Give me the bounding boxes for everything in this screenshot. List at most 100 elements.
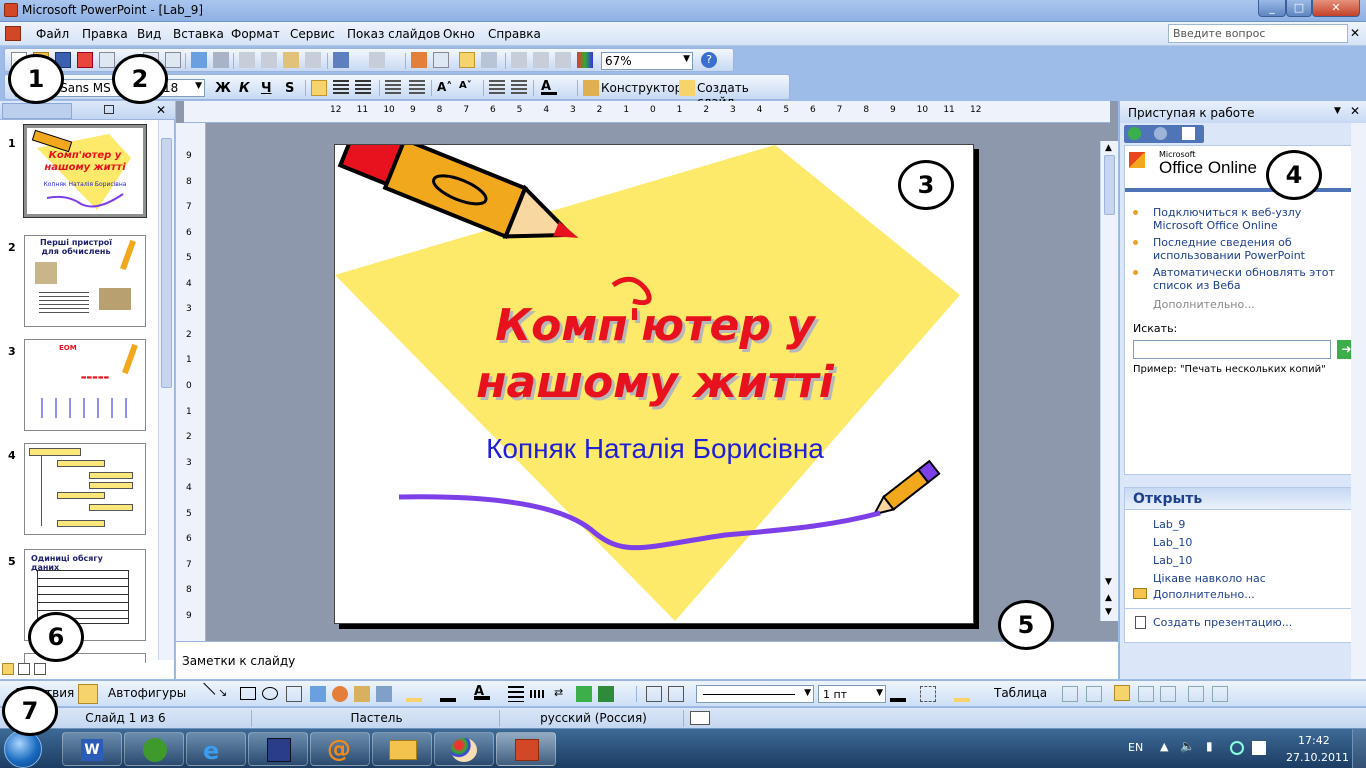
clock-date[interactable]: 27.10.2011 — [1286, 751, 1349, 764]
line-icon[interactable] — [192, 682, 216, 706]
wordart-icon[interactable] — [310, 686, 326, 702]
border-width-select[interactable]: 1 пт ▼ — [818, 685, 886, 703]
taskbar-save[interactable] — [248, 732, 308, 766]
menu-window[interactable]: Окно — [443, 27, 475, 41]
menu-slideshow[interactable]: Показ слайдов — [347, 27, 440, 41]
more-link[interactable]: Дополнительно... — [1153, 298, 1255, 311]
bullets-icon[interactable] — [409, 80, 425, 96]
powerpoint-app-icon[interactable] — [4, 3, 18, 17]
numbering-icon[interactable] — [385, 80, 401, 96]
hyperlink-icon[interactable] — [481, 52, 497, 68]
close-document-icon[interactable]: ✕ — [1350, 26, 1360, 40]
3d-style-icon[interactable] — [598, 686, 614, 702]
horizontal-ruler[interactable]: 12 11 10 9 8 7 6 5 4 3 2 1 0 1 2 3 4 5 6 7 8 9 10 11 12 — [184, 101, 1110, 123]
normal-view-icon[interactable] — [2, 663, 14, 675]
designer-icon[interactable] — [583, 80, 599, 96]
chart-icon[interactable] — [411, 52, 427, 68]
undo-icon[interactable] — [333, 52, 349, 68]
scroll-up-icon[interactable]: ▲ — [1105, 143, 1112, 153]
email-icon[interactable] — [99, 52, 115, 68]
increase-indent-icon[interactable] — [511, 80, 527, 96]
color-grayscale-icon[interactable] — [577, 52, 593, 68]
increase-font-icon[interactable]: A˄ — [437, 80, 453, 96]
slideshow-view-icon[interactable] — [34, 663, 46, 675]
fill-color-icon[interactable] — [406, 686, 422, 702]
tab-outline[interactable] — [2, 103, 72, 119]
merge-cells-icon[interactable] — [1062, 686, 1078, 702]
auto-update-link[interactable]: Автоматически обновлять этот список из В… — [1153, 266, 1353, 292]
decrease-font-icon[interactable]: A˅ — [459, 80, 475, 96]
close-panel-icon[interactable]: ✕ — [156, 103, 166, 117]
spelling-icon[interactable] — [191, 52, 207, 68]
taskbar-ie[interactable]: e — [186, 732, 246, 766]
center-vertical-icon[interactable] — [1138, 686, 1154, 702]
taskbar-powerpoint[interactable] — [496, 732, 556, 766]
redo-icon[interactable] — [369, 52, 385, 68]
align-top-icon[interactable] — [1114, 685, 1130, 701]
align-left-icon[interactable] — [311, 80, 327, 96]
cut-icon[interactable] — [239, 52, 255, 68]
oval-icon[interactable] — [262, 687, 278, 700]
search-input[interactable] — [1133, 340, 1331, 359]
align-bottom-icon[interactable] — [1160, 686, 1176, 702]
research-icon[interactable] — [213, 52, 229, 68]
scroll-thumb[interactable] — [161, 138, 172, 388]
expand-all-icon[interactable] — [511, 52, 527, 68]
designer-button[interactable]: Конструктор — [601, 81, 682, 95]
tables-borders-icon[interactable] — [459, 52, 475, 68]
decrease-indent-icon[interactable] — [489, 80, 505, 96]
taskbar-mail[interactable]: @ — [310, 732, 370, 766]
menu-insert[interactable]: Вставка — [173, 27, 224, 41]
notes-pane[interactable]: Заметки к слайду — [176, 641, 1118, 679]
border-color-icon[interactable] — [890, 686, 906, 702]
border-style-select[interactable]: ▼ — [696, 685, 814, 703]
slide-subtitle[interactable]: Копняк Наталія Борисівна — [415, 433, 895, 465]
slide-title[interactable]: Комп'ютер у нашому житті — [435, 297, 875, 411]
clock-time[interactable]: 17:42 — [1298, 734, 1330, 747]
forward-icon[interactable] — [1154, 127, 1167, 140]
recent-file-3[interactable]: Lab_10 — [1153, 554, 1192, 567]
new-slide-icon[interactable] — [679, 80, 695, 96]
open-more-link[interactable]: Дополнительно... — [1153, 588, 1255, 601]
arrow-style-icon[interactable]: ⇄ — [554, 686, 570, 702]
menu-edit[interactable]: Правка — [82, 27, 128, 41]
menu-help[interactable]: Справка — [488, 27, 541, 41]
split-cell-icon[interactable] — [1086, 686, 1102, 702]
close-button[interactable]: ✕ — [1312, 0, 1360, 17]
create-presentation-link[interactable]: Создать презентацию... — [1153, 616, 1292, 629]
tray-up-arrow-icon[interactable]: ▲ — [1160, 740, 1168, 753]
paste-icon[interactable] — [283, 52, 299, 68]
font-color-icon[interactable]: A — [541, 79, 557, 95]
slide-thumbnail-1[interactable]: Комп'ютер у нашому житті Копняк Наталія … — [23, 124, 147, 218]
volume-icon[interactable]: 🔈 — [1180, 739, 1195, 753]
line-style-icon[interactable] — [508, 686, 524, 702]
arrow-icon[interactable]: ↘ — [218, 686, 234, 702]
table-menu[interactable]: Таблица — [994, 686, 1047, 700]
latest-news-link[interactable]: Последние сведения об использовании Powe… — [1153, 236, 1353, 262]
table-icon[interactable] — [433, 52, 449, 68]
menu-view[interactable]: Вид — [137, 27, 161, 41]
slide-scrollbar[interactable]: ▲ ▼ ▲ ▼ — [1100, 141, 1118, 621]
recent-file-1[interactable]: Lab_9 — [1153, 518, 1185, 531]
menu-format[interactable]: Формат — [231, 27, 280, 41]
show-formatting-icon[interactable] — [533, 52, 549, 68]
vertical-ruler[interactable]: 9 8 7 6 5 4 3 2 1 0 1 2 3 4 5 6 7 8 9 — [176, 123, 206, 641]
minimize-button[interactable]: _ — [1258, 0, 1286, 17]
help-icon[interactable]: ? — [701, 52, 717, 68]
draw-table-icon[interactable] — [646, 686, 662, 702]
recent-file-4[interactable]: Цікаве навколо нас — [1153, 572, 1266, 585]
help-search-input[interactable]: Введите вопрос — [1168, 24, 1348, 43]
clipart-icon[interactable] — [354, 686, 370, 702]
prev-slide-icon[interactable]: ▲ — [1105, 593, 1112, 603]
menu-tools[interactable]: Сервис — [290, 27, 335, 41]
picture-icon[interactable] — [376, 686, 392, 702]
tab-slides-icon[interactable] — [104, 105, 114, 114]
menu-file[interactable]: Файл — [36, 27, 69, 41]
draw-font-color-icon[interactable]: A — [474, 684, 490, 700]
borders-icon[interactable] — [920, 686, 936, 702]
grid-icon[interactable] — [555, 52, 571, 68]
network-icon[interactable]: ▮ — [1206, 739, 1213, 753]
scroll-down-icon[interactable]: ▼ — [1105, 577, 1112, 587]
table-fill-icon[interactable] — [954, 686, 970, 702]
taskbar-explorer[interactable] — [372, 732, 432, 766]
